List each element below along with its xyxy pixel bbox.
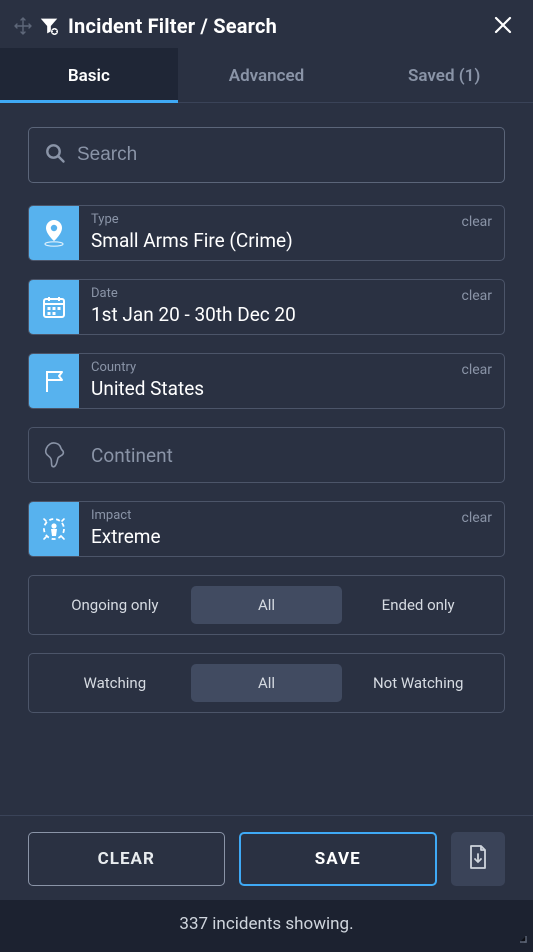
page-title: Incident Filter / Search [68, 14, 277, 38]
flag-icon [29, 354, 79, 408]
status-text: 337 incidents showing. [179, 914, 353, 934]
field-type-value: Small Arms Fire (Crime) [91, 230, 293, 253]
seg-watching[interactable]: Watching [39, 664, 191, 702]
export-button[interactable] [451, 832, 505, 886]
field-date[interactable]: Date 1st Jan 20 - 30th Dec 20 clear [28, 279, 505, 335]
tab-basic[interactable]: Basic [0, 48, 178, 102]
field-country-label: Country [91, 361, 204, 375]
status-segmented-control: Ongoing only All Ended only [28, 575, 505, 635]
field-type-label: Type [91, 213, 293, 227]
field-continent-placeholder: Continent [91, 444, 173, 467]
calendar-icon [29, 280, 79, 334]
field-impact-clear[interactable]: clear [461, 510, 492, 526]
seg-watch-all[interactable]: All [191, 664, 343, 702]
watch-segmented-control: Watching All Not Watching [28, 653, 505, 713]
field-impact-value: Extreme [91, 526, 161, 549]
clear-button[interactable]: CLEAR [28, 832, 225, 886]
globe-africa-icon [29, 428, 79, 482]
resize-handle-icon[interactable] [515, 928, 527, 948]
seg-not-watching[interactable]: Not Watching [342, 664, 494, 702]
filter-settings-icon [38, 15, 60, 37]
field-date-label: Date [91, 287, 296, 301]
search-icon [43, 141, 67, 169]
tab-advanced[interactable]: Advanced [178, 48, 356, 102]
field-type-clear[interactable]: clear [461, 214, 492, 230]
field-country-value: United States [91, 378, 204, 401]
field-impact-label: Impact [91, 509, 161, 523]
field-type[interactable]: Type Small Arms Fire (Crime) clear [28, 205, 505, 261]
drag-handle-icon[interactable] [12, 15, 34, 37]
close-button[interactable] [493, 15, 515, 37]
seg-ended-only[interactable]: Ended only [342, 586, 494, 624]
tabs: Basic Advanced Saved (1) [0, 48, 533, 103]
field-impact[interactable]: Impact Extreme clear [28, 501, 505, 557]
tab-saved[interactable]: Saved (1) [355, 48, 533, 102]
field-country[interactable]: Country United States clear [28, 353, 505, 409]
field-date-value: 1st Jan 20 - 30th Dec 20 [91, 304, 296, 327]
search-input[interactable] [77, 144, 490, 166]
search-box[interactable] [28, 127, 505, 183]
field-continent[interactable]: Continent [28, 427, 505, 483]
status-bar: 337 incidents showing. [0, 900, 533, 952]
download-file-icon [466, 844, 490, 874]
field-date-clear[interactable]: clear [461, 288, 492, 304]
save-button[interactable]: SAVE [239, 832, 438, 886]
field-country-clear[interactable]: clear [461, 362, 492, 378]
seg-status-all[interactable]: All [191, 586, 343, 624]
pin-icon [29, 206, 79, 260]
seg-ongoing-only[interactable]: Ongoing only [39, 586, 191, 624]
impact-icon [29, 502, 79, 556]
